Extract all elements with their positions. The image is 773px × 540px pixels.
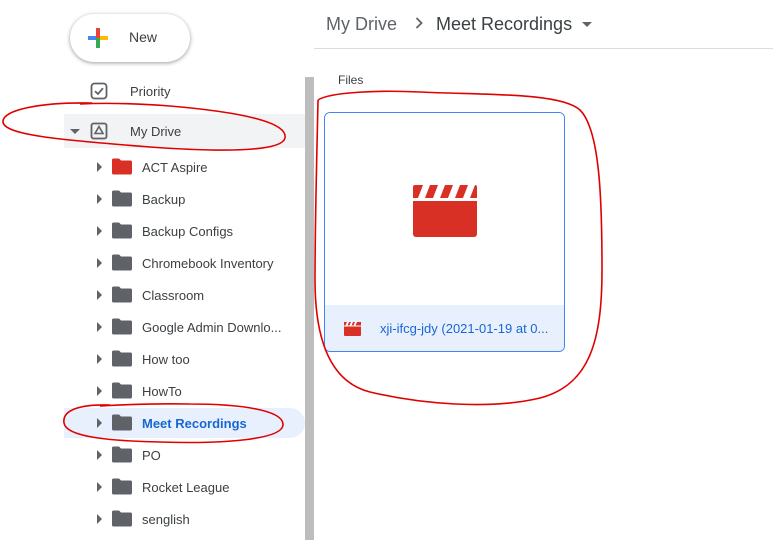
folder-label: How too [142, 351, 190, 367]
folder-row[interactable]: How too [64, 344, 305, 374]
folder-row[interactable]: Backup Configs [64, 216, 305, 246]
folder-label: Chromebook Inventory [142, 255, 274, 271]
plus-icon [88, 28, 108, 48]
folder-row[interactable]: ACT Aspire [64, 152, 305, 182]
folder-icon [112, 350, 132, 367]
sidebar-scrollbar[interactable] [305, 77, 314, 540]
folder-row[interactable]: Chromebook Inventory [64, 248, 305, 278]
folder-icon [112, 222, 132, 239]
video-file-icon [344, 322, 361, 336]
drive-icon [90, 122, 108, 140]
expand-caret-icon[interactable] [70, 129, 80, 134]
folder-icon [112, 286, 132, 303]
folder-label: Google Admin Downlo... [142, 319, 282, 335]
folder-label: senglish [142, 511, 190, 527]
expand-arrow-icon[interactable] [97, 386, 102, 396]
folder-row[interactable]: HowTo [64, 376, 305, 406]
sidebar-item-label: Priority [130, 83, 171, 99]
file-name: xji-ifcg-jdy (2021-01-19 at 0... [380, 321, 549, 336]
folder-icon [112, 414, 132, 431]
file-footer: xji-ifcg-jdy (2021-01-19 at 0... [325, 305, 564, 351]
folder-label: PO [142, 447, 161, 463]
folder-label: Backup [142, 191, 186, 207]
breadcrumb-root[interactable]: My Drive [326, 14, 397, 35]
folder-label: Classroom [142, 287, 205, 303]
folder-label: Backup Configs [142, 223, 234, 239]
expand-arrow-icon[interactable] [97, 226, 102, 236]
expand-arrow-icon[interactable] [97, 194, 102, 204]
folder-row[interactable]: PO [64, 440, 305, 470]
folder-icon [112, 478, 132, 495]
folder-label: ACT Aspire [142, 159, 208, 175]
folder-label: Rocket League [142, 479, 230, 495]
folder-icon [112, 190, 132, 207]
section-label: Files [338, 73, 364, 87]
video-clapperboard-icon [413, 185, 477, 237]
expand-arrow-icon[interactable] [97, 290, 102, 300]
folder-row[interactable]: Backup [64, 184, 305, 214]
expand-arrow-icon[interactable] [97, 514, 102, 524]
priority-icon [90, 82, 108, 100]
expand-arrow-icon[interactable] [97, 258, 102, 268]
sidebar: New Priority My Drive ACT Aspire Backup Ba… [0, 0, 305, 540]
folder-label: HowTo [142, 383, 182, 399]
folder-row[interactable]: Meet Recordings [64, 408, 305, 438]
sidebar-item-priority[interactable]: Priority [64, 74, 305, 108]
folder-row[interactable]: Google Admin Downlo... [64, 312, 305, 342]
new-button[interactable]: New [70, 14, 190, 62]
sidebar-item-my-drive[interactable]: My Drive [64, 114, 305, 148]
folder-icon [112, 254, 132, 271]
expand-arrow-icon[interactable] [97, 354, 102, 364]
expand-arrow-icon[interactable] [97, 162, 102, 172]
expand-arrow-icon[interactable] [97, 482, 102, 492]
folder-icon [112, 318, 132, 335]
folder-icon [112, 158, 132, 175]
file-card[interactable]: xji-ifcg-jdy (2021-01-19 at 0... [324, 112, 565, 352]
expand-arrow-icon[interactable] [97, 418, 102, 428]
chevron-down-icon[interactable] [582, 22, 592, 27]
folder-row[interactable]: senglish [64, 504, 305, 534]
folder-label: Meet Recordings [142, 415, 247, 431]
file-thumbnail [325, 113, 564, 305]
folder-icon [112, 446, 132, 463]
folder-row[interactable]: Rocket League [64, 472, 305, 502]
folder-row[interactable]: Classroom [64, 280, 305, 310]
sidebar-item-label: My Drive [130, 123, 182, 139]
folder-icon [112, 510, 132, 527]
chevron-right-icon [415, 17, 423, 29]
expand-arrow-icon[interactable] [97, 322, 102, 332]
folder-icon [112, 382, 132, 399]
new-button-label: New [129, 29, 158, 45]
breadcrumb-current[interactable]: Meet Recordings [436, 14, 572, 35]
expand-arrow-icon[interactable] [97, 450, 102, 460]
